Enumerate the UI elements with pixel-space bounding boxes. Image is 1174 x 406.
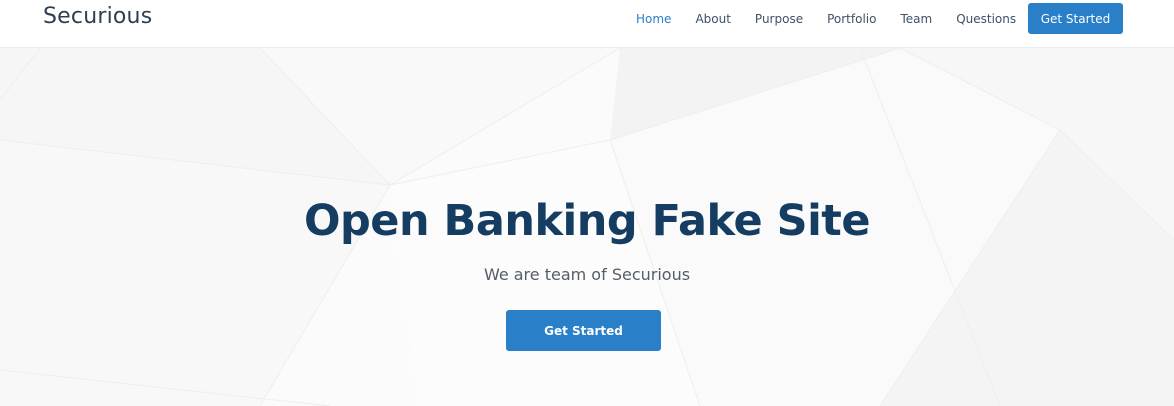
nav-link-home[interactable]: Home (636, 12, 671, 26)
main-nav: Home About Purpose Portfolio Team Questi… (636, 11, 1040, 27)
page: Securious Home About Purpose Portfolio T… (0, 0, 1174, 406)
nav-link-purpose[interactable]: Purpose (755, 12, 803, 26)
nav-link-team[interactable]: Team (900, 12, 932, 26)
nav-link-questions[interactable]: Questions (956, 12, 1016, 26)
header-get-started-button[interactable]: Get Started (1028, 3, 1123, 34)
hero-get-started-button[interactable]: Get Started (506, 310, 661, 351)
hero-title: Open Banking Fake Site (303, 196, 871, 246)
site-logo[interactable]: Securious (43, 4, 152, 29)
site-header: Securious Home About Purpose Portfolio T… (0, 0, 1174, 48)
nav-link-about[interactable]: About (695, 12, 730, 26)
nav-link-portfolio[interactable]: Portfolio (827, 12, 876, 26)
hero-subtitle: We are team of Securious (483, 265, 691, 284)
